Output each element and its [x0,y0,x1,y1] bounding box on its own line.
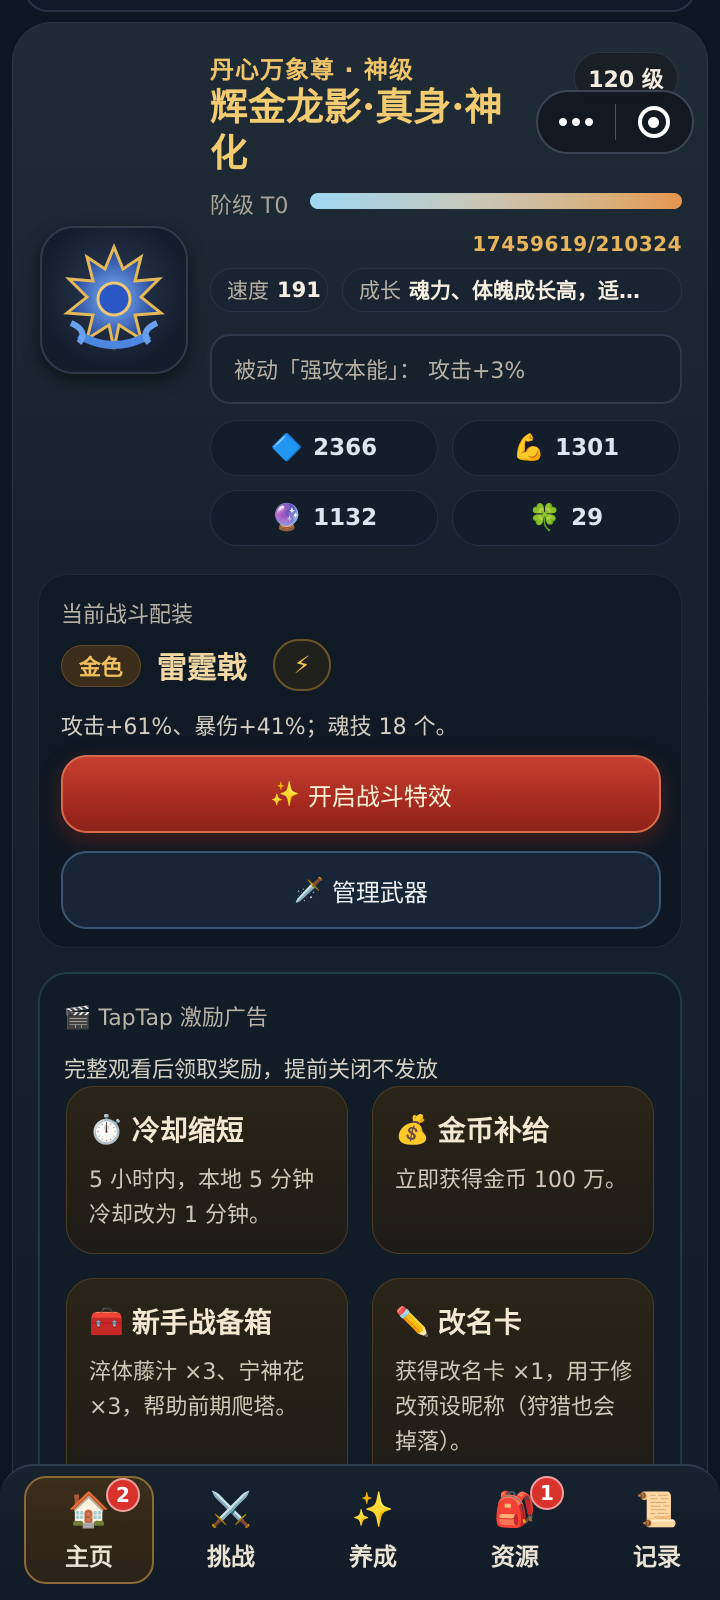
growth-label: 成长 [359,279,401,303]
sparkles-icon: ✨ [270,780,300,808]
nav-home[interactable]: 🏠 主页 2 [24,1476,154,1584]
close-target-icon[interactable] [616,106,693,138]
nav-challenge[interactable]: ⚔️ 挑战 [166,1476,296,1584]
passive-skill: 被动「强攻本能」： 攻击+3% [210,334,682,404]
reward-desc: 淬体藤汁 ×3、宁神花 ×3，帮助前期爬塔。 [89,1360,305,1420]
hero-avatar[interactable] [40,226,188,374]
reward-desc: 获得改名卡 ×1，用于修改预设昵称（狩猎也会掉落）。 [395,1360,633,1455]
speed-pill: 速度 191 [210,268,328,312]
house-icon: 🏠 [67,1489,111,1530]
pencil-icon: ✏️ [395,1304,430,1338]
reward-desc: 立即获得金币 100 万。 [395,1168,627,1193]
ad-header-text: TapTap 激励广告 [98,1006,268,1031]
hero-name: 辉金龙影·真身·神化 [210,84,503,175]
stat-value: 29 [571,505,604,531]
nav-label: 记录 [633,1542,681,1571]
bottom-navigation: 🏠 主页 2 ⚔️ 挑战 ✨ 养成 🎒 资源 1 📜 记录 [0,1464,720,1600]
crystal-ball-icon: 🔮 [270,503,304,533]
stat-value: 2366 [313,435,378,461]
battle-loadout-panel: 当前战斗配装 金色 雷霆戟 ⚡ 攻击+61%、暴伤+41%；魂技 18 个。 ✨… [38,574,682,948]
reward-title: 新手战备箱 [131,1306,272,1339]
exp-counter: 17459619/210324 [472,232,682,256]
lightning-icon: ⚡ [273,639,331,691]
stat-spirit: 🔮 1132 [210,490,438,546]
sparkles-icon: ✨ [351,1489,395,1530]
reward-cooldown[interactable]: ⏱️ 冷却缩短 5 小时内，本地 5 分钟冷却改为 1 分钟。 [66,1086,348,1254]
money-bag-icon: 💰 [395,1112,430,1146]
enable-battle-effects-button[interactable]: ✨ 开启战斗特效 [61,755,661,833]
stat-value: 1132 [313,505,378,531]
ad-header: 🎬 TapTap 激励广告 [64,1000,268,1032]
timer-icon: ⏱️ [89,1112,124,1146]
nav-label: 主页 [65,1542,113,1571]
nav-resources[interactable]: 🎒 资源 1 [450,1476,580,1584]
dagger-icon: 🗡️ [294,876,324,904]
previous-card-edge [24,0,696,12]
stat-value: 1301 [555,435,620,461]
stat-soul-power: 🔷 2366 [210,420,438,476]
weapon-description: 攻击+61%、暴伤+41%；魂技 18 个。 [61,715,458,740]
notification-badge: 2 [106,1478,140,1512]
stat-physique: 💪 1301 [452,420,680,476]
speed-label: 速度 [227,279,269,303]
clapper-icon: 🎬 [64,1006,92,1031]
blue-diamond-icon: 🔷 [270,433,304,463]
toolbox-icon: 🧰 [89,1304,124,1338]
reward-title: 金币补给 [437,1114,550,1147]
reward-title: 改名卡 [437,1306,522,1339]
nav-cultivate[interactable]: ✨ 养成 [308,1476,438,1584]
growth-value: 魂力、体魄成长高，适… [409,279,640,303]
notification-badge: 1 [530,1476,564,1510]
rank-progress-bar [310,193,682,209]
scroll-icon: 📜 [635,1489,679,1530]
speed-value: 191 [277,278,321,302]
weapon-name: 雷霆戟 [157,651,247,686]
reward-title: 冷却缩短 [131,1114,244,1147]
hero-subtitle: 丹心万象尊 · 神级 [210,56,414,84]
ad-subtitle: 完整观看后领取奖励，提前关闭不发放 [64,1058,439,1083]
crossed-swords-icon: ⚔️ [209,1489,253,1530]
effect-button-label: 开启战斗特效 [307,782,452,811]
quality-tag: 金色 [61,645,141,687]
reward-coins[interactable]: 💰 金币补给 立即获得金币 100 万。 [372,1086,654,1254]
rank-label: 阶级 T0 [210,194,289,219]
manage-weapons-button[interactable]: 🗡️ 管理武器 [61,851,661,929]
manage-button-label: 管理武器 [331,878,428,907]
muscle-icon: 💪 [512,433,546,463]
more-menu-icon[interactable] [538,118,615,126]
dragon-crest-icon [63,243,165,350]
growth-pill: 成长 魂力、体魄成长高，适… [342,268,682,312]
clover-icon: 🍀 [528,503,562,533]
reward-desc: 5 小时内，本地 5 分钟冷却改为 1 分钟。 [89,1168,314,1228]
nav-label: 挑战 [207,1542,255,1571]
nav-label: 资源 [491,1542,539,1571]
mini-program-capsule [536,90,694,154]
battle-header: 当前战斗配装 [61,603,194,628]
nav-records[interactable]: 📜 记录 [592,1476,720,1584]
nav-label: 养成 [349,1542,397,1571]
stat-luck: 🍀 29 [452,490,680,546]
